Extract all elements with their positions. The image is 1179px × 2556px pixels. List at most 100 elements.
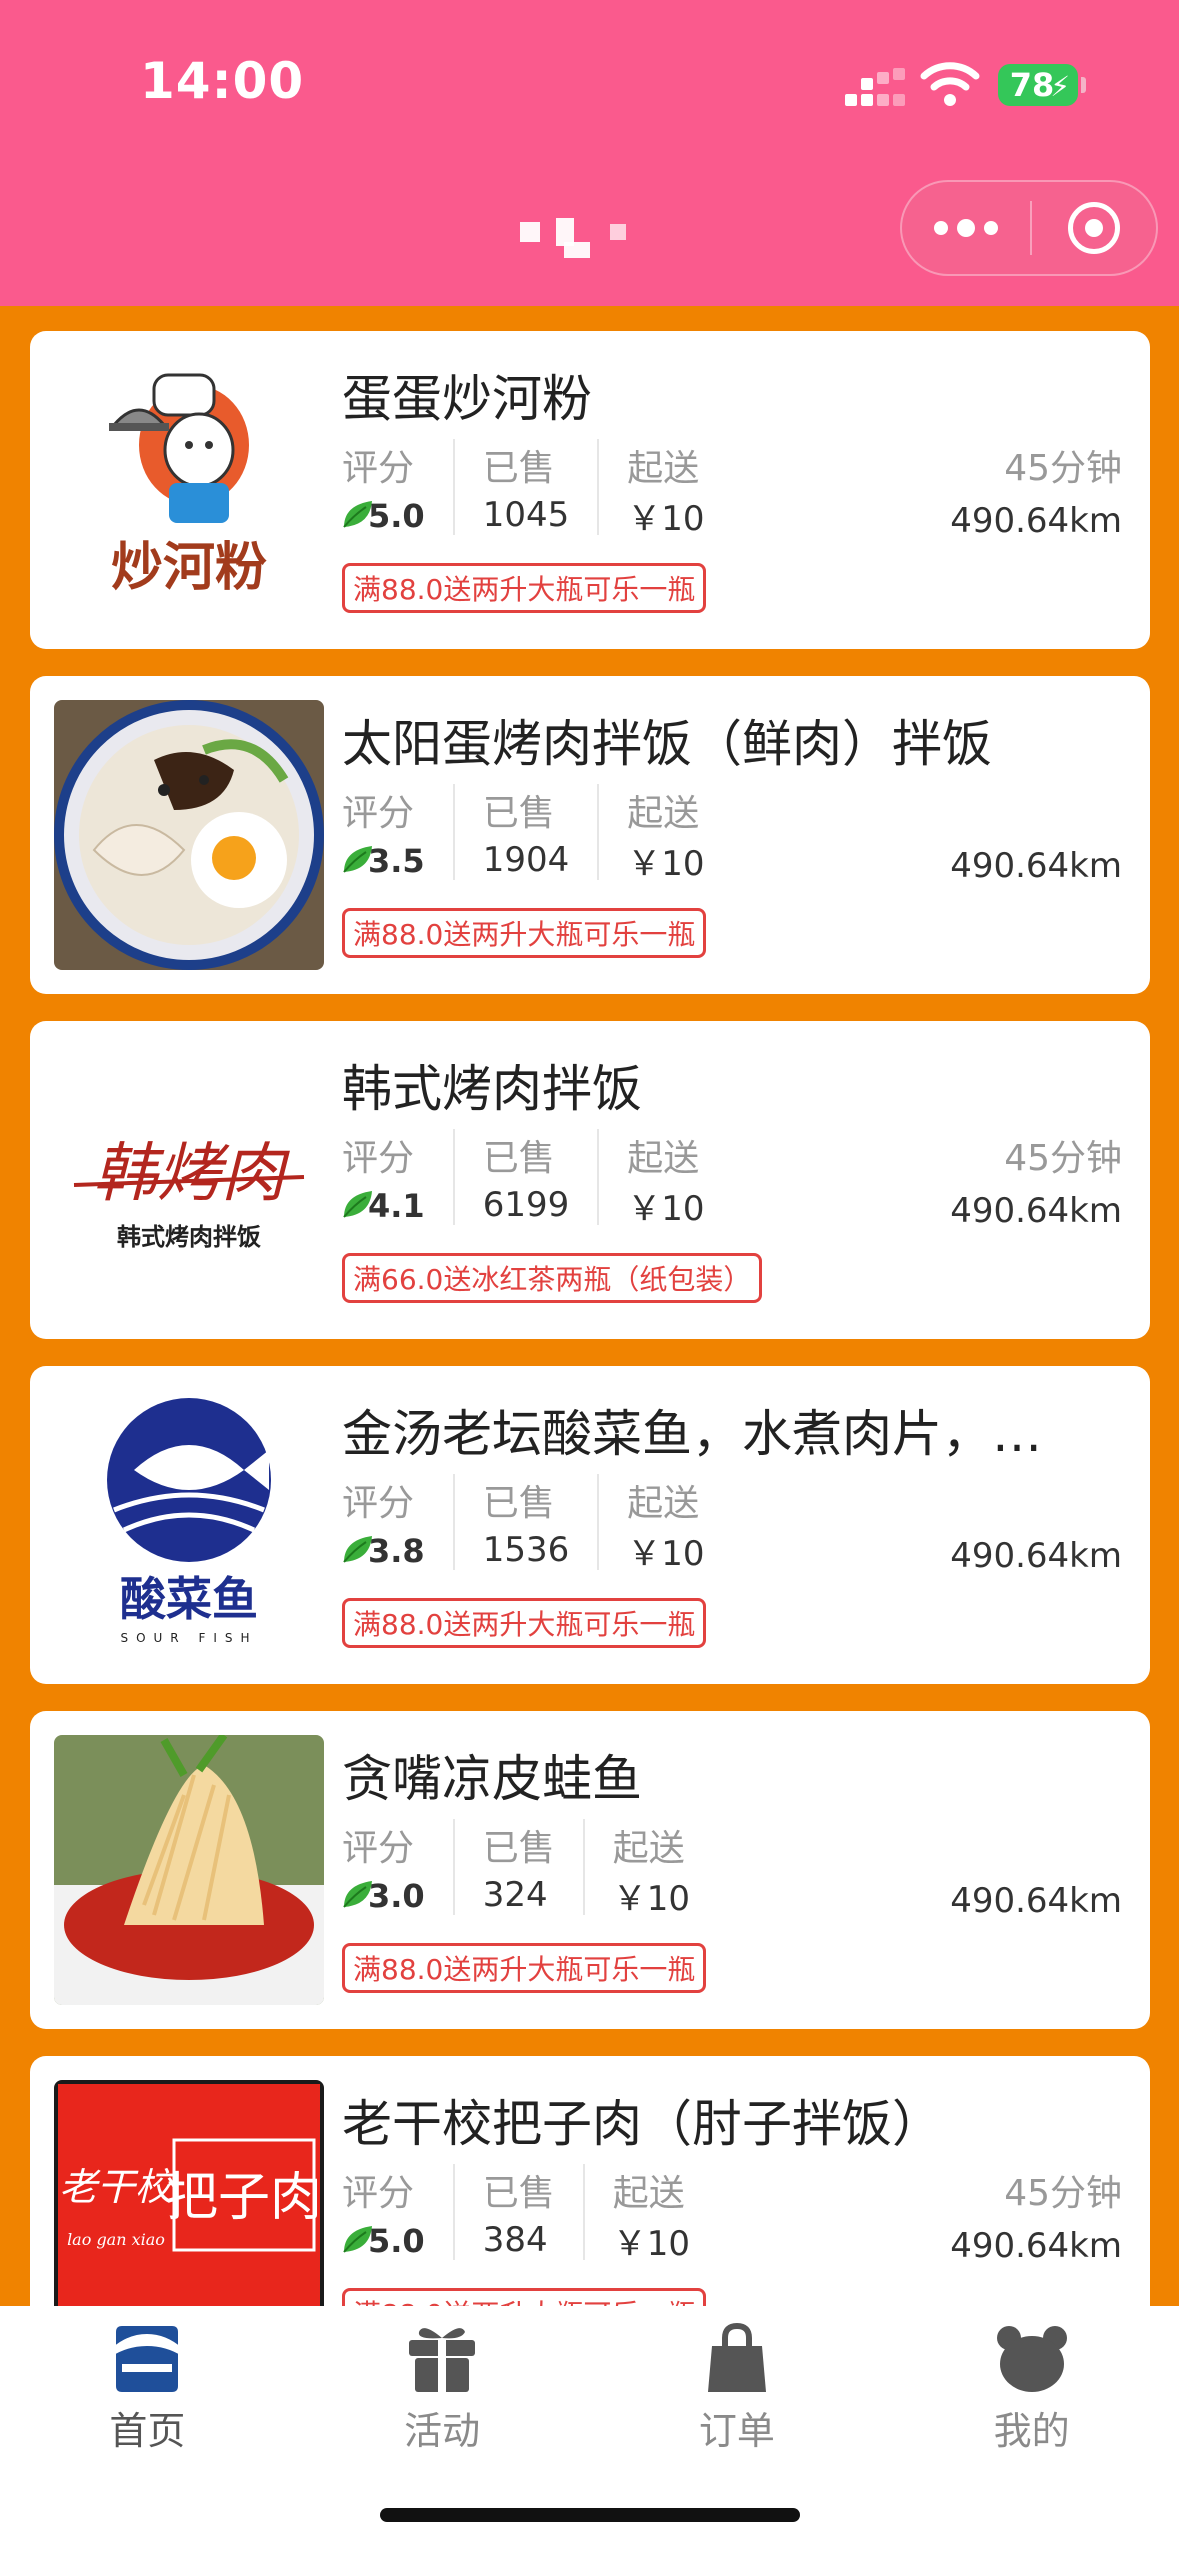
shop-score: 3.8 xyxy=(368,1532,425,1570)
delivery-time: 45分钟 xyxy=(1004,1138,1122,1179)
close-icon xyxy=(1068,202,1120,254)
top-header: 14:00 78 ⚡ xyxy=(0,0,1179,306)
shop-name: 老干校把子肉（肘子拌饭） xyxy=(342,2095,942,2153)
blurred-title xyxy=(520,218,640,262)
logo-text: 酸菜鱼 xyxy=(120,1572,258,1626)
shop-stats: 评分 5.0 已售 1045 起送 ￥10 xyxy=(342,439,760,543)
app-screen: 14:00 78 ⚡ 炒河粉 蛋蛋炒河粉 评分 5.0 已售 1045 起送 ￥… xyxy=(0,0,1179,2556)
score-label: 评分 xyxy=(342,1138,415,1179)
tab-label: 活动 xyxy=(404,2409,481,2453)
min-order-label: 起送 xyxy=(627,1483,700,1524)
score-label: 评分 xyxy=(342,448,415,489)
score-label: 评分 xyxy=(342,793,415,834)
sold-count: 1904 xyxy=(482,840,570,880)
shop-name: 贪嘴凉皮蛙鱼 xyxy=(342,1750,642,1808)
min-order-value: ￥10 xyxy=(627,499,705,539)
min-order-label: 起送 xyxy=(612,1828,685,1869)
min-order-label: 起送 xyxy=(627,448,700,489)
min-order-label: 起送 xyxy=(612,2173,685,2214)
delivery-time xyxy=(950,1474,1122,1526)
delivery-time xyxy=(950,784,1122,836)
tab-label: 订单 xyxy=(698,2409,775,2453)
leaf-icon xyxy=(343,1536,372,1563)
logo-text: 老干校 xyxy=(59,2165,178,2209)
sold-label: 已售 xyxy=(482,2173,555,2214)
leaf-icon xyxy=(343,1191,372,1218)
signal-icon xyxy=(845,68,905,110)
shop-name: 韩式烤肉拌饭 xyxy=(342,1060,642,1118)
distance: 490.64km xyxy=(950,501,1122,541)
tab-label: 我的 xyxy=(993,2409,1070,2453)
sold-label: 已售 xyxy=(482,1828,555,1869)
close-button[interactable] xyxy=(1032,202,1156,254)
tab-mine[interactable]: 我的 xyxy=(884,2306,1179,2556)
leaf-icon xyxy=(343,846,372,873)
shop-card[interactable]: 炒河粉 蛋蛋炒河粉 评分 5.0 已售 1045 起送 ￥10 45分钟 490.64… xyxy=(30,331,1150,649)
shop-score: 5.0 xyxy=(368,497,425,535)
score-label: 评分 xyxy=(342,1828,415,1869)
shop-card[interactable]: 酸菜鱼 SOUR FISH 金汤老坛酸菜鱼，水煮肉片，… 评分 3.8 已售 15… xyxy=(30,1366,1150,1684)
promo-badge: 满88.0送两升大瓶可乐一瓶 xyxy=(342,908,707,958)
min-order-value: ￥10 xyxy=(627,1534,705,1574)
shop-card[interactable]: 太阳蛋烤肉拌饭（鲜肉）拌饭 评分 3.5 已售 1904 起送 ￥10 490.64… xyxy=(30,676,1150,994)
distance: 490.64km xyxy=(950,1881,1122,1921)
distance: 490.64km xyxy=(950,846,1122,886)
logo-subtext: 韩式烤肉拌饭 xyxy=(117,1223,261,1251)
gift-icon xyxy=(409,2328,476,2394)
shop-logo-sour-fish: 酸菜鱼 SOUR FISH xyxy=(54,1390,324,1660)
score-label: 评分 xyxy=(342,2173,415,2214)
bear-icon xyxy=(996,2326,1067,2392)
logo-subtext: SOUR FISH xyxy=(120,1631,257,1645)
home-indicator[interactable] xyxy=(380,2508,800,2522)
min-order-value: ￥10 xyxy=(627,844,705,884)
shop-score: 5.0 xyxy=(368,2222,425,2260)
bag-icon xyxy=(707,2322,766,2392)
shop-photo-bibimbap xyxy=(54,700,324,970)
sold-count: 1045 xyxy=(482,495,570,535)
shop-stats: 评分 3.5 已售 1904 起送 ￥10 xyxy=(342,784,760,888)
shop-stats: 评分 5.0 已售 384 起送 ￥10 xyxy=(342,2164,746,2268)
leaf-icon xyxy=(343,1881,372,1908)
shop-card[interactable]: 韩烤肉 韩式烤肉拌饭 韩式烤肉拌饭 评分 4.1 已售 6199 起送 ￥10 45… xyxy=(30,1021,1150,1339)
shop-name: 蛋蛋炒河粉 xyxy=(342,370,592,428)
score-label: 评分 xyxy=(342,1483,415,1524)
delivery-time xyxy=(950,1819,1122,1871)
delivery-time: 45分钟 xyxy=(1004,2173,1122,2214)
logo-text: 韩烤肉 xyxy=(93,1137,290,1211)
sold-label: 已售 xyxy=(482,448,555,489)
distance: 490.64km xyxy=(950,1536,1122,1576)
leaf-icon xyxy=(343,501,372,528)
promo-badge: 满88.0送两升大瓶可乐一瓶 xyxy=(342,1943,707,1993)
min-order-value: ￥10 xyxy=(612,1879,690,1919)
sold-count: 6199 xyxy=(482,1185,570,1225)
shop-photo-liangpi xyxy=(54,1735,324,2005)
status-time: 14:00 xyxy=(140,52,305,110)
shop-list[interactable]: 炒河粉 蛋蛋炒河粉 评分 5.0 已售 1045 起送 ￥10 45分钟 490.64… xyxy=(0,306,1179,2374)
more-button[interactable] xyxy=(902,182,1030,274)
leaf-icon xyxy=(343,2226,372,2253)
promo-badge: 满88.0送两升大瓶可乐一瓶 xyxy=(342,563,707,613)
min-order-value: ￥10 xyxy=(612,2224,690,2264)
min-order-value: ￥10 xyxy=(627,1189,705,1229)
shop-stats: 评分 3.0 已售 324 起送 ￥10 xyxy=(342,1819,746,1923)
sold-label: 已售 xyxy=(482,1483,555,1524)
sold-count: 324 xyxy=(482,1875,548,1915)
distance: 490.64km xyxy=(950,2226,1122,2266)
tab-label: 首页 xyxy=(109,2409,186,2453)
delivery-time: 45分钟 xyxy=(1004,448,1122,489)
promo-badge: 满66.0送冰红茶两瓶（纸包装） xyxy=(342,1253,763,1303)
distance: 490.64km xyxy=(950,1191,1122,1231)
shop-name: 金汤老坛酸菜鱼，水煮肉片，… xyxy=(342,1405,1042,1463)
logo-text: 炒河粉 xyxy=(111,538,267,598)
battery-icon: 78 ⚡ xyxy=(998,64,1086,106)
shop-score: 4.1 xyxy=(368,1187,425,1225)
sold-label: 已售 xyxy=(482,1138,555,1179)
sold-count: 1536 xyxy=(482,1530,570,1570)
logo-text-2: 把子肉 xyxy=(166,2168,322,2228)
shop-icon xyxy=(112,2326,183,2392)
sold-label: 已售 xyxy=(482,793,555,834)
tab-home[interactable]: 首页 xyxy=(0,2306,295,2556)
shop-stats: 评分 3.8 已售 1536 起送 ￥10 xyxy=(342,1474,760,1578)
shop-card[interactable]: 贪嘴凉皮蛙鱼 评分 3.0 已售 324 起送 ￥10 490.64km 满88.0… xyxy=(30,1711,1150,2029)
shop-stats: 评分 4.1 已售 6199 起送 ￥10 xyxy=(342,1129,760,1233)
